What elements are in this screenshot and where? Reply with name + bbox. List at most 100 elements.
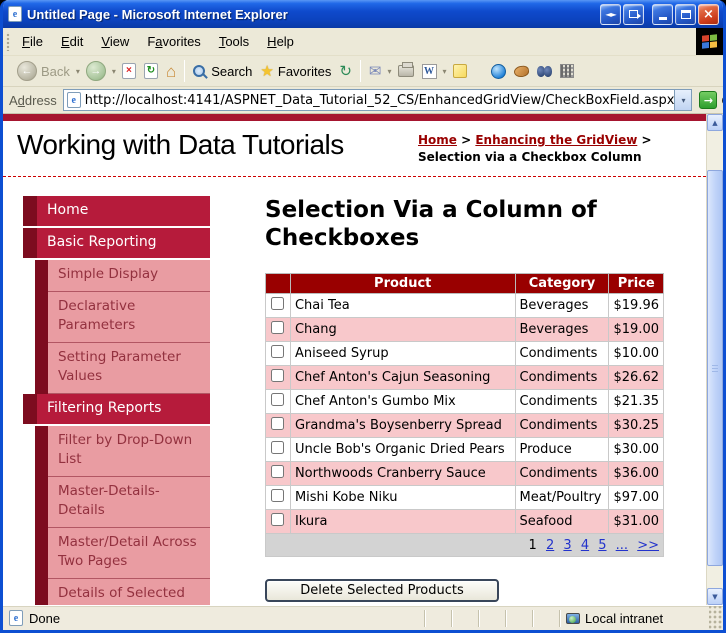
- sidebar-item[interactable]: Simple Display: [35, 260, 210, 292]
- status-pane: [424, 610, 451, 627]
- table-row: Aniseed Syrup Condiments $10.00: [266, 342, 664, 366]
- standard-buttons-toolbar: ← Back ▾ → ▾ × ↻ ⌂ Search ★ Favorites ↻: [3, 56, 723, 87]
- address-dropdown-button[interactable]: ▾: [674, 90, 691, 110]
- stop-button[interactable]: ×: [118, 61, 140, 81]
- row-checkbox[interactable]: [271, 345, 284, 358]
- browser-window: e Untitled Page - Microsoft Internet Exp…: [0, 0, 726, 633]
- menu-item[interactable]: Favorites: [138, 30, 209, 53]
- mail-button[interactable]: ✉: [365, 62, 386, 81]
- scroll-up-button[interactable]: ▲: [707, 114, 723, 131]
- row-checkbox[interactable]: [271, 321, 284, 334]
- row-checkbox[interactable]: [271, 393, 284, 406]
- sidebar-item[interactable]: Basic Reporting: [23, 228, 210, 258]
- sidebar-item[interactable]: Filter by Drop-Down List: [35, 426, 210, 477]
- edit-dropdown[interactable]: ▾: [441, 67, 449, 76]
- window-arrow-icon: [629, 10, 638, 18]
- accessory-capture-button[interactable]: [623, 4, 644, 25]
- menu-item[interactable]: Help: [258, 30, 303, 53]
- maximize-icon: [681, 10, 691, 19]
- pager-page-link[interactable]: 4: [581, 538, 589, 553]
- forward-dropdown[interactable]: ▾: [110, 67, 118, 76]
- discuss-button[interactable]: [449, 62, 471, 80]
- row-checkbox[interactable]: [271, 489, 284, 502]
- accessory-arrows-button[interactable]: ◄►: [600, 4, 621, 25]
- pixel-grid-icon: [560, 64, 574, 78]
- row-checkbox[interactable]: [271, 465, 284, 478]
- row-checkbox-cell: [266, 438, 291, 462]
- row-checkbox[interactable]: [271, 417, 284, 430]
- sidebar-item[interactable]: Master-Details-Details: [35, 477, 210, 528]
- go-button[interactable]: → Go: [699, 91, 726, 109]
- pager-page-link[interactable]: 3: [563, 538, 571, 553]
- forward-button[interactable]: →: [82, 59, 110, 83]
- binoculars-icon: [537, 66, 552, 77]
- pager-row: 1 2 3 4 5 ...: [266, 534, 664, 557]
- left-right-arrows-icon: ◄►: [605, 10, 615, 19]
- row-checkbox-cell: [266, 366, 291, 390]
- history-button[interactable]: ↻: [335, 62, 356, 81]
- row-checkbox[interactable]: [271, 513, 284, 526]
- encoding-button[interactable]: [556, 62, 578, 80]
- menu-item[interactable]: Edit: [52, 30, 92, 53]
- close-button[interactable]: ×: [698, 4, 719, 25]
- binoculars-button[interactable]: [533, 64, 556, 79]
- pager-page-link[interactable]: 2: [546, 538, 554, 553]
- sidebar-item[interactable]: Details of Selected Row: [35, 579, 210, 605]
- windows-logo-throbber: [696, 28, 723, 55]
- row-checkbox[interactable]: [271, 369, 284, 382]
- print-icon: [398, 65, 414, 77]
- search-button[interactable]: Search: [189, 62, 256, 81]
- sidebar-item[interactable]: Declarative Parameters: [35, 292, 210, 343]
- pager-page-link[interactable]: 1: [529, 538, 537, 553]
- breadcrumb-link-home[interactable]: Home: [418, 133, 457, 147]
- print-button[interactable]: [394, 63, 418, 79]
- status-message-pane: e Done: [3, 610, 424, 626]
- delete-selected-products-button[interactable]: Delete Selected Products: [265, 579, 499, 602]
- category-cell: Condiments: [515, 462, 609, 486]
- back-button[interactable]: ← Back: [13, 59, 74, 83]
- row-checkbox[interactable]: [271, 297, 284, 310]
- sidebar-item[interactable]: Home: [23, 196, 210, 226]
- sidebar-item-label: Setting Parameter Values: [48, 343, 210, 394]
- sidebar-nav: Home Basic Reporting Simple Display: [23, 196, 210, 605]
- edit-with-word-button[interactable]: W: [418, 62, 441, 81]
- research-button[interactable]: [510, 64, 533, 79]
- nav-accent-strip: [35, 579, 48, 605]
- table-header-row: Product Category Price: [266, 274, 664, 294]
- maximize-button[interactable]: [675, 4, 696, 25]
- back-dropdown[interactable]: ▾: [74, 67, 82, 76]
- breadcrumb-link-enhancing[interactable]: Enhancing the GridView: [475, 133, 637, 147]
- menu-item[interactable]: File: [13, 30, 52, 53]
- home-button[interactable]: ⌂: [162, 61, 180, 82]
- nav-accent-strip: [35, 343, 48, 394]
- messenger-button[interactable]: [487, 62, 510, 81]
- nav-accent-strip: [23, 228, 37, 258]
- address-field[interactable]: e http://localhost:4141/ASPNET_Data_Tuto…: [63, 89, 693, 111]
- price-cell: $21.35: [609, 390, 664, 414]
- pager-page-link[interactable]: >>: [637, 538, 659, 553]
- address-url[interactable]: http://localhost:4141/ASPNET_Data_Tutori…: [85, 93, 675, 108]
- scrollbar-thumb[interactable]: [707, 170, 723, 566]
- favorites-button[interactable]: ★ Favorites: [256, 62, 335, 81]
- menu-item[interactable]: Tools: [210, 30, 258, 53]
- menu-item[interactable]: View: [92, 30, 138, 53]
- sidebar-item[interactable]: Setting Parameter Values: [35, 343, 210, 394]
- minimize-button[interactable]: [652, 4, 673, 25]
- row-checkbox[interactable]: [271, 441, 284, 454]
- product-cell: Aniseed Syrup: [290, 342, 515, 366]
- sidebar-item[interactable]: Filtering Reports: [23, 394, 210, 424]
- scroll-down-button[interactable]: ▼: [707, 588, 723, 605]
- product-cell: Chang: [290, 318, 515, 342]
- toolbar-separator: [360, 60, 361, 82]
- nav-accent-strip: [35, 260, 48, 292]
- refresh-button[interactable]: ↻: [140, 61, 162, 81]
- sidebar-item[interactable]: Master/Detail Across Two Pages: [35, 528, 210, 579]
- pager-page-link[interactable]: ...: [616, 538, 628, 553]
- nav-accent-strip: [35, 528, 48, 579]
- pager-page-link[interactable]: 5: [598, 538, 606, 553]
- toolbar-grip[interactable]: [5, 32, 11, 51]
- resize-grip[interactable]: [709, 606, 723, 630]
- price-cell: $97.00: [609, 486, 664, 510]
- vertical-scrollbar[interactable]: ▲ ▼: [706, 114, 723, 605]
- mail-dropdown[interactable]: ▾: [386, 67, 394, 76]
